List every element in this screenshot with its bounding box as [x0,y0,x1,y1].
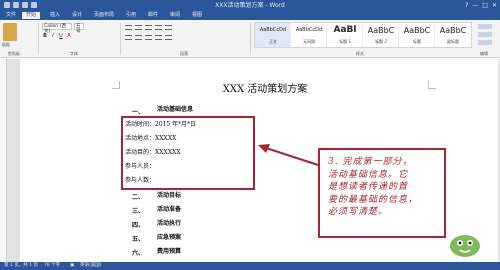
annotation-line: 是想读者传递的首 [328,182,409,192]
group-label-editing: 编辑 [480,51,488,56]
document-workspace[interactable]: XXX 活动策划方案 一、 活动基础信息 活动时间：2015 年*月*日 活动地… [0,59,500,262]
alignment-buttons [125,35,172,40]
help-button[interactable]: ? [465,1,468,10]
paste-label: 粘贴 [2,42,10,47]
style-sample: AaBbC [439,26,467,35]
style-heading-2[interactable]: AaBbC 标题 2 [363,23,399,47]
tab-view[interactable]: 视图 [192,12,202,19]
align-center-icon[interactable] [135,35,142,40]
page-indicator[interactable]: 第 1 页，共 1 页 [4,263,38,269]
numbering-icon[interactable] [135,25,142,30]
tab-review[interactable]: 审阅 [170,12,180,19]
italic-button[interactable]: I [50,33,56,39]
annotation-line: 3. 完成第一部分， [328,157,413,167]
minimize-button[interactable]: — [472,1,478,10]
group-divider [120,23,121,55]
style-sample: AaBbCcDd [295,27,323,33]
bold-button[interactable]: B [42,33,48,39]
style-name: 标题 [413,39,421,44]
group-label-clipboard: 剪贴板 [8,51,20,56]
decrease-indent-icon[interactable] [155,25,162,30]
editing-group [478,24,494,48]
tab-design[interactable]: 设计 [72,12,82,19]
style-name: 标题 2 [375,39,387,44]
group-divider [38,23,39,55]
annotation-line: 必须写清楚。 [328,207,389,217]
annotation-callout: 3. 完成第一部分， 活动基础信息。它 是想读者传递的首 要的最基础的信息， 必… [318,148,446,238]
paragraph-buttons [125,25,172,30]
bullets-icon[interactable] [125,25,132,30]
site-watermark-icon [450,235,480,257]
format-buttons: B I U A [42,33,72,39]
annotation-line: 活动基础信息。它 [328,169,409,180]
select-icon[interactable] [478,40,492,45]
style-title[interactable]: AaBbC 标题 [399,23,435,47]
group-label-paragraph: 段落 [180,51,188,56]
style-normal[interactable]: AaBbCcDd 正文 [255,23,291,47]
style-name: 副标题 [447,39,459,44]
style-subtitle[interactable]: AaBbC 副标题 [435,23,471,47]
close-button[interactable]: ✕ [492,1,497,10]
font-name-select[interactable]: Calibri (西文) [42,23,72,34]
font-color-button[interactable]: A [66,33,72,39]
style-sample: AaBbC [367,26,395,35]
group-label-styles: 样式 [356,51,364,56]
style-heading-1[interactable]: AaBl 标题 1 [327,23,363,47]
tab-file[interactable]: 文件 [2,12,20,19]
increase-indent-icon[interactable] [165,25,172,30]
tab-mailings[interactable]: 邮件 [148,12,158,19]
tab-page-layout[interactable]: 页面布局 [94,12,114,19]
font-size-select[interactable]: 五号 [74,23,84,34]
styles-gallery: AaBbCcDd 正文 AaBbCcDd 无间隔 AaBl 标题 1 AaBbC… [254,22,472,48]
title-bar: XXX活动策划方案 - Word ? — □ ✕ [0,0,500,11]
justify-icon[interactable] [155,35,162,40]
underline-button[interactable]: U [58,33,64,39]
line-spacing-icon[interactable] [165,35,172,40]
maximize-button[interactable]: □ [482,1,488,10]
ribbon: 粘贴 剪贴板 Calibri (西文) 五号 B I U A 字体 段落 AaB… [0,20,500,58]
proofing-icon[interactable]: ▣ [70,263,74,269]
style-name: 标题 1 [339,39,351,44]
tab-references[interactable]: 引用 [126,12,136,19]
replace-icon[interactable] [478,32,492,37]
tab-insert[interactable]: 插入 [50,12,60,19]
style-name: 正文 [269,39,277,44]
style-no-spacing[interactable]: AaBbCcDd 无间隔 [291,23,327,47]
align-left-icon[interactable] [125,35,132,40]
status-bar: 第 1 页，共 1 页 76 个字 ▣ 英语(美国) [0,262,500,270]
multilevel-list-icon[interactable] [145,25,152,30]
find-icon[interactable] [478,24,492,29]
style-sample: AaBl [333,25,357,35]
annotation-line: 要的最基础的信息， [328,194,419,205]
style-name: 无间隔 [303,39,315,44]
align-right-icon[interactable] [145,35,152,40]
word-count[interactable]: 76 个字 [44,263,60,269]
group-divider [250,23,251,55]
paste-icon[interactable] [3,23,17,41]
group-label-font: 字体 [70,51,78,56]
ribbon-tabs: 文件 开始 插入 设计 页面布局 引用 邮件 审阅 视图 [0,11,500,20]
language-indicator[interactable]: 英语(美国) [80,263,102,269]
style-sample: AaBbC [403,26,431,35]
window-title: XXX活动策划方案 - Word [215,2,285,9]
window-controls: ? — □ ✕ [465,1,497,10]
style-sample: AaBbCcDd [259,27,287,33]
tab-home[interactable]: 开始 [22,12,41,19]
